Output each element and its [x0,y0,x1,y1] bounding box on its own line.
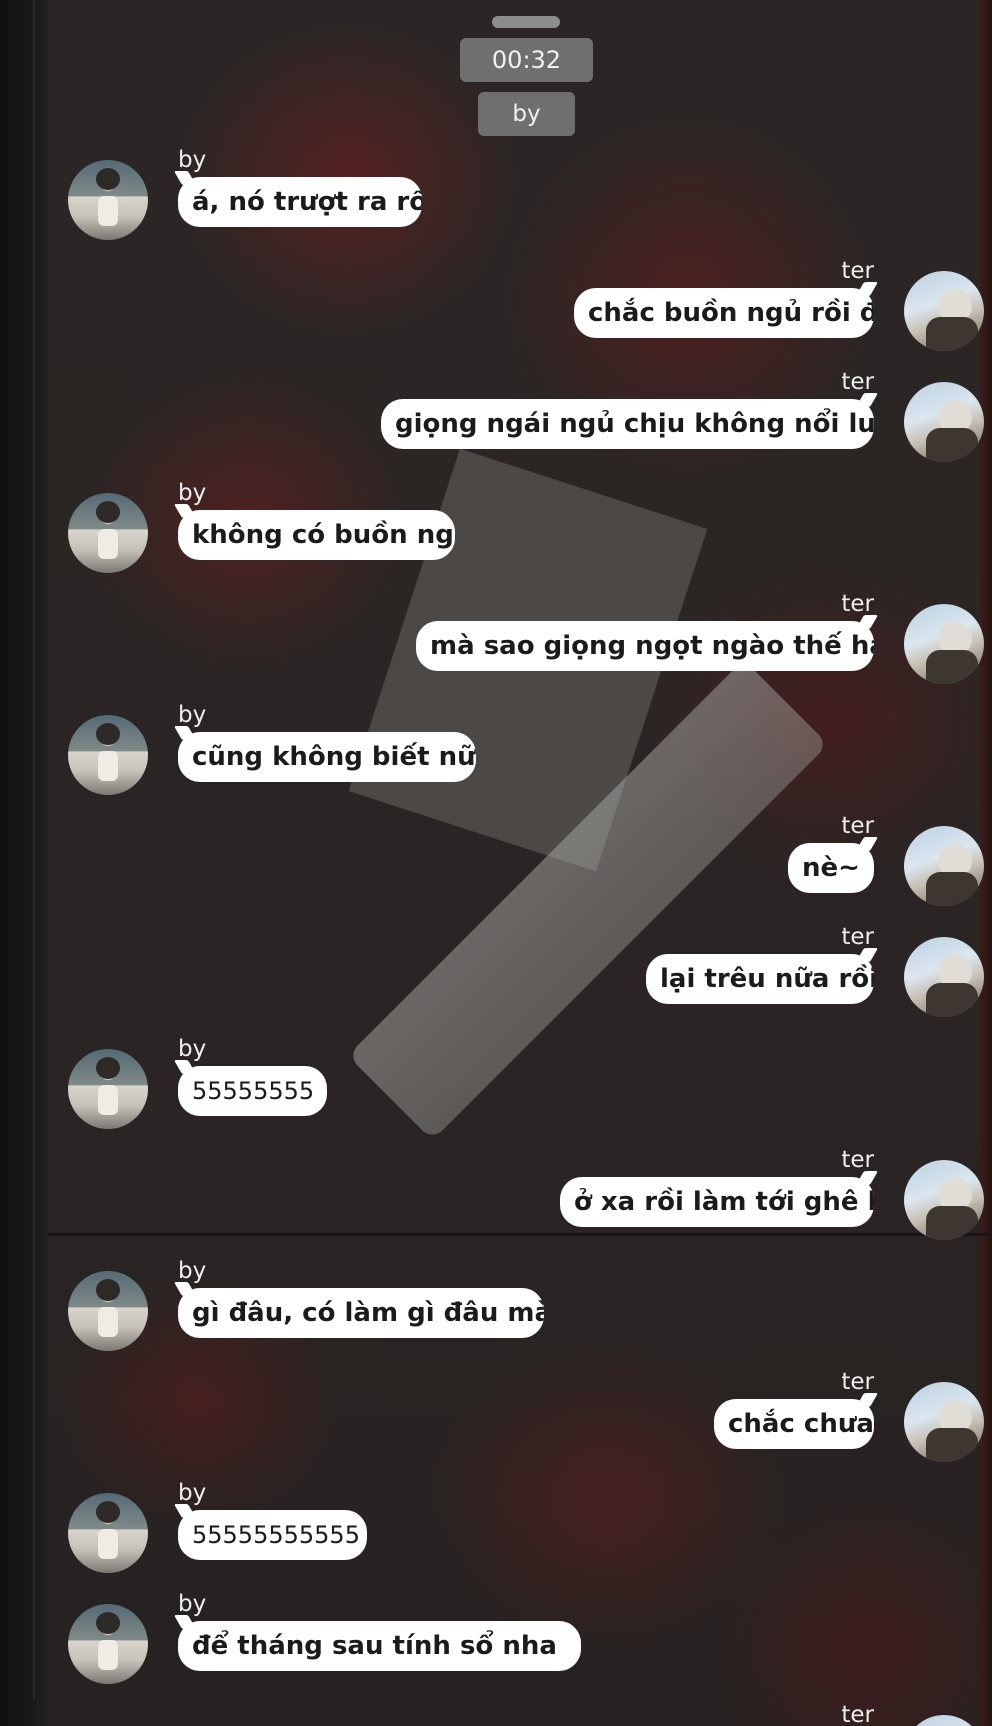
ter-avatar-icon[interactable] [904,1715,984,1726]
message-bubble[interactable]: 55555555555 [178,1510,367,1560]
message-bubble[interactable]: cũng không biết nữa [178,732,476,782]
ter-avatar-icon[interactable] [904,604,984,684]
message-bubble[interactable]: giọng ngái ngủ chịu không nổi luôn [381,399,874,449]
chat-screen: 00:32 by by á, nó trượt ra rồi ter chắc … [0,0,992,1726]
by-avatar-icon[interactable] [68,1271,148,1351]
by-avatar-icon[interactable] [68,1049,148,1129]
by-avatar-icon[interactable] [68,160,148,240]
message-bubble[interactable]: ở xa rồi làm tới ghê ha [560,1177,874,1227]
message-row: by không có buồn ngủ [0,478,992,578]
message-bubble[interactable]: á, nó trượt ra rồi [178,177,422,227]
message-row: ter ở xa rồi làm tới ghê ha [0,1145,992,1245]
ter-avatar-icon[interactable] [904,271,984,351]
message-bubble[interactable]: lại trêu nữa rồi [646,954,874,1004]
by-avatar-icon[interactable] [68,715,148,795]
message-row: by 55555555 [0,1034,992,1134]
sender-name: ter [841,1702,874,1726]
drag-handle[interactable] [492,16,560,28]
message-row: ter lại trêu nữa rồi [0,922,992,1022]
message-row: by cũng không biết nữa [0,700,992,800]
message-bubble[interactable]: không có buồn ngủ [178,510,455,560]
message-row: by 55555555555 [0,1478,992,1578]
message-bubble[interactable]: chắc chưa [714,1399,874,1449]
message-bubble[interactable]: nè~ [788,843,874,893]
message-row: ter mà sao giọng ngọt ngào thế hả [0,589,992,689]
ter-avatar-icon[interactable] [904,1382,984,1462]
message-row: by để tháng sau tính sổ nha [0,1589,992,1689]
message-row: ter chắc chưa [0,1367,992,1467]
by-avatar-icon[interactable] [68,1604,148,1684]
message-bubble[interactable]: chắc buồn ngủ rồi đó [574,288,874,338]
message-bubble[interactable]: mà sao giọng ngọt ngào thế hả [416,621,874,671]
timestamp-chip: 00:32 [460,38,593,82]
ter-avatar-icon[interactable] [904,382,984,462]
message-row: by á, nó trượt ra rồi [0,145,992,245]
message-row: ter chắc buồn ngủ rồi đó [0,256,992,356]
by-avatar-icon[interactable] [68,1493,148,1573]
message-row: ter giọng ngái ngủ chịu không nổi luôn [0,367,992,467]
by-avatar-icon[interactable] [68,493,148,573]
message-row: ter [0,1700,992,1726]
contact-name-chip[interactable]: by [478,92,575,136]
ter-avatar-icon[interactable] [904,826,984,906]
ter-avatar-icon[interactable] [904,1160,984,1240]
message-row: ter nè~ [0,811,992,911]
ter-avatar-icon[interactable] [904,937,984,1017]
message-row: by gì đâu, có làm gì đâu mà [0,1256,992,1356]
message-bubble[interactable]: để tháng sau tính sổ nha [178,1621,581,1671]
message-bubble[interactable]: gì đâu, có làm gì đâu mà [178,1288,544,1338]
message-bubble[interactable]: 55555555 [178,1066,327,1116]
